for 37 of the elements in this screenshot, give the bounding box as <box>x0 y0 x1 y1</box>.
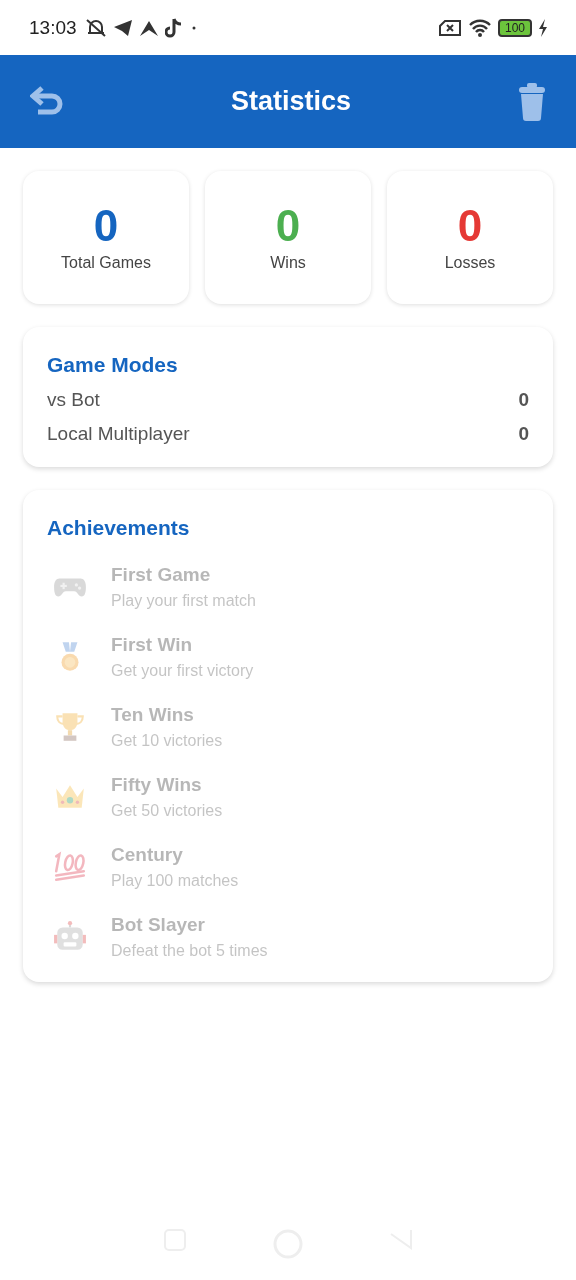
trash-icon[interactable] <box>518 82 546 121</box>
stat-label: Losses <box>444 253 496 272</box>
achievement-description: Get 50 victories <box>111 802 223 820</box>
music-note-icon <box>164 17 183 38</box>
achievement-description: Play your first match <box>111 592 256 610</box>
undo-icon[interactable] <box>30 85 64 118</box>
charging-bolt-icon <box>538 18 548 37</box>
mode-label: Local Multiplayer <box>47 423 190 445</box>
card-title: Achievements <box>47 516 191 540</box>
achievement-title: First Win <box>111 634 194 656</box>
mode-count: 0 <box>518 389 529 411</box>
stat-value: 0 <box>275 203 301 248</box>
achievement-description: Get your first victory <box>111 662 254 680</box>
mode-count: 0 <box>518 423 529 445</box>
stat-label: Total Games <box>61 253 151 272</box>
achievement-title: Fifty Wins <box>111 774 203 796</box>
hundred-icon <box>53 850 87 884</box>
stat-value: 0 <box>457 203 483 248</box>
wifi-icon <box>468 17 492 38</box>
battery-indicator: 100 <box>498 18 532 37</box>
muted-bell-icon <box>84 17 107 38</box>
achievement-description: Play 100 matches <box>111 872 239 890</box>
paper-plane-icon <box>112 18 133 37</box>
achievement-title: Bot Slayer <box>111 914 206 936</box>
achievement-title: Century <box>111 844 184 866</box>
achievement-title: First Game <box>111 564 212 586</box>
achievement-description: Get 10 victories <box>111 732 223 750</box>
status-time: 13:03 <box>29 16 77 39</box>
card-title: Game Modes <box>47 353 179 377</box>
stat-value: 0 <box>93 203 119 248</box>
no-sim-icon <box>438 18 462 37</box>
stat-label: Wins <box>270 253 306 272</box>
trophy-icon <box>53 710 87 744</box>
achievement-description: Defeat the bot 5 times <box>111 942 268 960</box>
achievement-title: Ten Wins <box>111 704 195 726</box>
mode-label: vs Bot <box>47 389 100 411</box>
screen-title: Statistics <box>229 86 353 117</box>
